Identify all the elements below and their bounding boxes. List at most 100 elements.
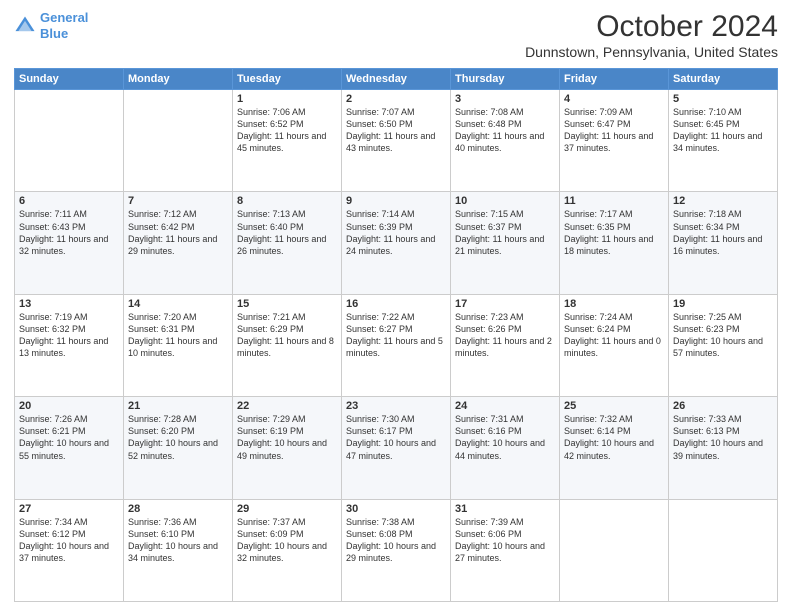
day-number: 28	[128, 503, 228, 515]
day-info: Sunrise: 7:29 AM Sunset: 6:19 PM Dayligh…	[237, 413, 337, 462]
calendar-row-4: 27Sunrise: 7:34 AM Sunset: 6:12 PM Dayli…	[15, 499, 778, 601]
day-number: 14	[128, 298, 228, 310]
calendar-row-0: 1Sunrise: 7:06 AM Sunset: 6:52 PM Daylig…	[15, 90, 778, 192]
day-number: 12	[673, 195, 773, 207]
title-block: October 2024 Dunnstown, Pennsylvania, Un…	[525, 10, 778, 60]
weekday-header-row: SundayMondayTuesdayWednesdayThursdayFrid…	[15, 69, 778, 90]
day-info: Sunrise: 7:14 AM Sunset: 6:39 PM Dayligh…	[346, 208, 446, 257]
day-info: Sunrise: 7:11 AM Sunset: 6:43 PM Dayligh…	[19, 208, 119, 257]
day-number: 17	[455, 298, 555, 310]
weekday-header-monday: Monday	[124, 69, 233, 90]
calendar-cell: 22Sunrise: 7:29 AM Sunset: 6:19 PM Dayli…	[233, 397, 342, 499]
day-number: 23	[346, 400, 446, 412]
day-info: Sunrise: 7:39 AM Sunset: 6:06 PM Dayligh…	[455, 516, 555, 565]
calendar-cell: 15Sunrise: 7:21 AM Sunset: 6:29 PM Dayli…	[233, 294, 342, 396]
day-info: Sunrise: 7:08 AM Sunset: 6:48 PM Dayligh…	[455, 106, 555, 155]
calendar-cell: 17Sunrise: 7:23 AM Sunset: 6:26 PM Dayli…	[451, 294, 560, 396]
weekday-header-friday: Friday	[560, 69, 669, 90]
weekday-header-saturday: Saturday	[669, 69, 778, 90]
calendar-cell: 29Sunrise: 7:37 AM Sunset: 6:09 PM Dayli…	[233, 499, 342, 601]
day-info: Sunrise: 7:19 AM Sunset: 6:32 PM Dayligh…	[19, 311, 119, 360]
day-info: Sunrise: 7:30 AM Sunset: 6:17 PM Dayligh…	[346, 413, 446, 462]
calendar-cell	[15, 90, 124, 192]
day-info: Sunrise: 7:10 AM Sunset: 6:45 PM Dayligh…	[673, 106, 773, 155]
calendar-row-2: 13Sunrise: 7:19 AM Sunset: 6:32 PM Dayli…	[15, 294, 778, 396]
day-number: 13	[19, 298, 119, 310]
calendar-row-3: 20Sunrise: 7:26 AM Sunset: 6:21 PM Dayli…	[15, 397, 778, 499]
calendar-cell: 20Sunrise: 7:26 AM Sunset: 6:21 PM Dayli…	[15, 397, 124, 499]
calendar-cell: 14Sunrise: 7:20 AM Sunset: 6:31 PM Dayli…	[124, 294, 233, 396]
day-number: 3	[455, 93, 555, 105]
calendar-cell: 23Sunrise: 7:30 AM Sunset: 6:17 PM Dayli…	[342, 397, 451, 499]
calendar-cell: 28Sunrise: 7:36 AM Sunset: 6:10 PM Dayli…	[124, 499, 233, 601]
logo-line1: General	[40, 10, 88, 25]
subtitle: Dunnstown, Pennsylvania, United States	[525, 44, 778, 60]
day-info: Sunrise: 7:33 AM Sunset: 6:13 PM Dayligh…	[673, 413, 773, 462]
day-info: Sunrise: 7:24 AM Sunset: 6:24 PM Dayligh…	[564, 311, 664, 360]
day-info: Sunrise: 7:26 AM Sunset: 6:21 PM Dayligh…	[19, 413, 119, 462]
day-number: 31	[455, 503, 555, 515]
day-info: Sunrise: 7:09 AM Sunset: 6:47 PM Dayligh…	[564, 106, 664, 155]
day-info: Sunrise: 7:06 AM Sunset: 6:52 PM Dayligh…	[237, 106, 337, 155]
day-info: Sunrise: 7:36 AM Sunset: 6:10 PM Dayligh…	[128, 516, 228, 565]
calendar-cell: 13Sunrise: 7:19 AM Sunset: 6:32 PM Dayli…	[15, 294, 124, 396]
day-info: Sunrise: 7:38 AM Sunset: 6:08 PM Dayligh…	[346, 516, 446, 565]
day-info: Sunrise: 7:12 AM Sunset: 6:42 PM Dayligh…	[128, 208, 228, 257]
calendar-cell: 19Sunrise: 7:25 AM Sunset: 6:23 PM Dayli…	[669, 294, 778, 396]
day-number: 11	[564, 195, 664, 207]
day-info: Sunrise: 7:28 AM Sunset: 6:20 PM Dayligh…	[128, 413, 228, 462]
calendar-cell	[669, 499, 778, 601]
day-number: 20	[19, 400, 119, 412]
day-info: Sunrise: 7:32 AM Sunset: 6:14 PM Dayligh…	[564, 413, 664, 462]
day-number: 19	[673, 298, 773, 310]
day-number: 15	[237, 298, 337, 310]
logo-text: General Blue	[40, 10, 88, 41]
weekday-header-thursday: Thursday	[451, 69, 560, 90]
main-title: October 2024	[525, 10, 778, 44]
day-info: Sunrise: 7:25 AM Sunset: 6:23 PM Dayligh…	[673, 311, 773, 360]
calendar: SundayMondayTuesdayWednesdayThursdayFrid…	[14, 68, 778, 602]
day-info: Sunrise: 7:21 AM Sunset: 6:29 PM Dayligh…	[237, 311, 337, 360]
calendar-cell: 1Sunrise: 7:06 AM Sunset: 6:52 PM Daylig…	[233, 90, 342, 192]
calendar-cell: 16Sunrise: 7:22 AM Sunset: 6:27 PM Dayli…	[342, 294, 451, 396]
logo-line2: Blue	[40, 26, 68, 41]
day-info: Sunrise: 7:17 AM Sunset: 6:35 PM Dayligh…	[564, 208, 664, 257]
calendar-cell: 2Sunrise: 7:07 AM Sunset: 6:50 PM Daylig…	[342, 90, 451, 192]
weekday-header-wednesday: Wednesday	[342, 69, 451, 90]
day-number: 25	[564, 400, 664, 412]
day-number: 22	[237, 400, 337, 412]
day-number: 9	[346, 195, 446, 207]
logo-icon	[14, 15, 36, 37]
day-info: Sunrise: 7:22 AM Sunset: 6:27 PM Dayligh…	[346, 311, 446, 360]
calendar-cell: 10Sunrise: 7:15 AM Sunset: 6:37 PM Dayli…	[451, 192, 560, 294]
day-info: Sunrise: 7:34 AM Sunset: 6:12 PM Dayligh…	[19, 516, 119, 565]
day-info: Sunrise: 7:37 AM Sunset: 6:09 PM Dayligh…	[237, 516, 337, 565]
calendar-cell: 30Sunrise: 7:38 AM Sunset: 6:08 PM Dayli…	[342, 499, 451, 601]
day-number: 2	[346, 93, 446, 105]
calendar-cell: 11Sunrise: 7:17 AM Sunset: 6:35 PM Dayli…	[560, 192, 669, 294]
calendar-cell: 24Sunrise: 7:31 AM Sunset: 6:16 PM Dayli…	[451, 397, 560, 499]
day-info: Sunrise: 7:13 AM Sunset: 6:40 PM Dayligh…	[237, 208, 337, 257]
calendar-cell: 12Sunrise: 7:18 AM Sunset: 6:34 PM Dayli…	[669, 192, 778, 294]
calendar-cell: 18Sunrise: 7:24 AM Sunset: 6:24 PM Dayli…	[560, 294, 669, 396]
day-number: 26	[673, 400, 773, 412]
calendar-row-1: 6Sunrise: 7:11 AM Sunset: 6:43 PM Daylig…	[15, 192, 778, 294]
calendar-cell: 27Sunrise: 7:34 AM Sunset: 6:12 PM Dayli…	[15, 499, 124, 601]
day-number: 7	[128, 195, 228, 207]
day-number: 16	[346, 298, 446, 310]
day-info: Sunrise: 7:23 AM Sunset: 6:26 PM Dayligh…	[455, 311, 555, 360]
weekday-header-sunday: Sunday	[15, 69, 124, 90]
weekday-header-tuesday: Tuesday	[233, 69, 342, 90]
day-number: 1	[237, 93, 337, 105]
calendar-cell: 25Sunrise: 7:32 AM Sunset: 6:14 PM Dayli…	[560, 397, 669, 499]
day-number: 5	[673, 93, 773, 105]
day-number: 21	[128, 400, 228, 412]
calendar-cell: 7Sunrise: 7:12 AM Sunset: 6:42 PM Daylig…	[124, 192, 233, 294]
day-info: Sunrise: 7:20 AM Sunset: 6:31 PM Dayligh…	[128, 311, 228, 360]
day-number: 10	[455, 195, 555, 207]
calendar-cell: 6Sunrise: 7:11 AM Sunset: 6:43 PM Daylig…	[15, 192, 124, 294]
calendar-cell: 4Sunrise: 7:09 AM Sunset: 6:47 PM Daylig…	[560, 90, 669, 192]
day-number: 6	[19, 195, 119, 207]
calendar-cell: 26Sunrise: 7:33 AM Sunset: 6:13 PM Dayli…	[669, 397, 778, 499]
calendar-cell: 31Sunrise: 7:39 AM Sunset: 6:06 PM Dayli…	[451, 499, 560, 601]
